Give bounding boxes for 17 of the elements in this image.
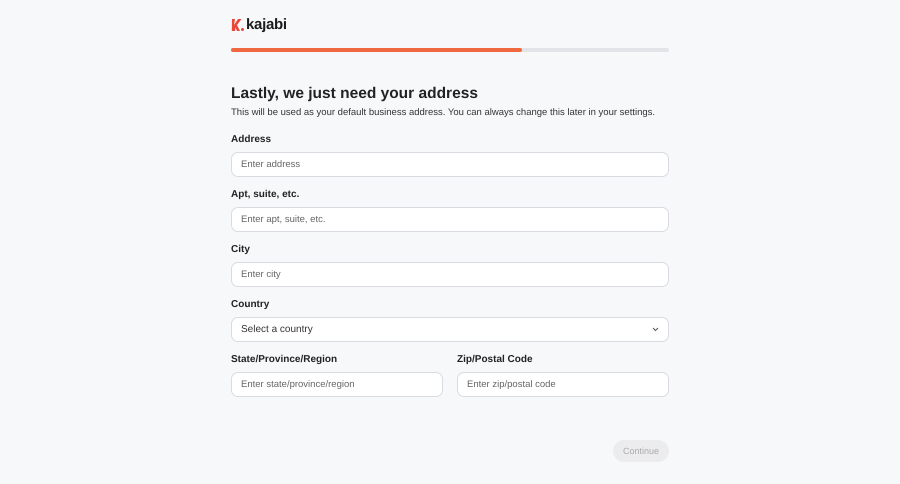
field-label: Country [231,298,270,312]
field-label: Apt, suite, etc. [231,188,300,202]
field-label: City [231,243,251,257]
logo-icon [231,19,245,31]
country-dropdown[interactable]: Select a country [231,317,669,342]
chevron-down-icon [652,327,659,332]
page-heading: Lastly, we just need your address [231,84,479,104]
input-field[interactable]: Enter state/province/region [231,372,443,397]
field-label: Address [231,133,272,147]
page-subtitle: This will be used as your default business address. You can always change this later in your settings. [231,106,656,120]
field-label: Zip/Postal Code [457,353,534,367]
brand-name: kajabi [246,17,287,33]
input-field[interactable]: Enter zip/postal code [457,372,669,397]
input-field[interactable]: Enter apt, suite, etc. [231,207,669,232]
input-field[interactable]: Enter address [231,152,669,177]
input-field[interactable]: Enter city [231,262,669,287]
field-label: State/Province/Region [231,353,338,367]
